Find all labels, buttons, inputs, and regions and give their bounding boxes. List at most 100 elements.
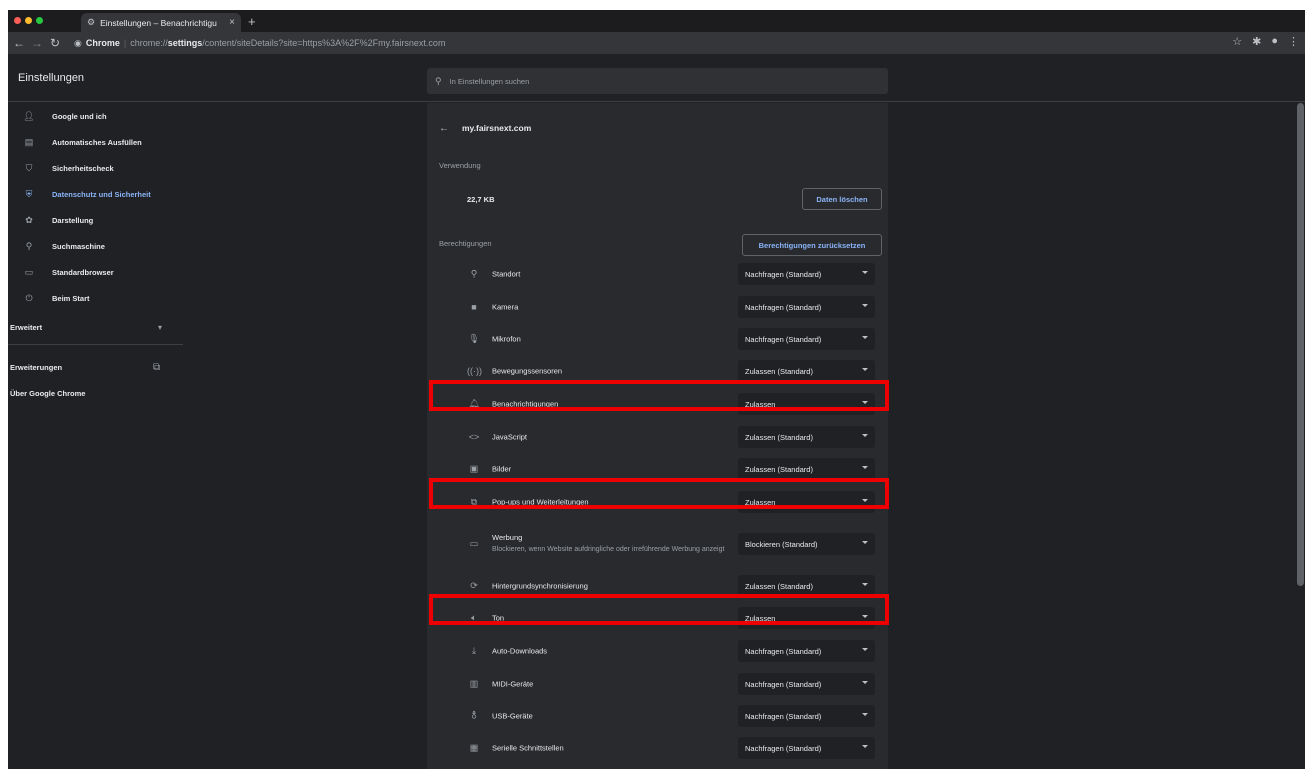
sidebar-item-label: Suchmaschine bbox=[52, 241, 105, 251]
maximize-window-button[interactable] bbox=[36, 17, 43, 24]
sidebar-item-appearance[interactable]: ✿ Darstellung bbox=[8, 207, 183, 233]
permission-label: MIDI-Geräte bbox=[492, 679, 534, 689]
shield-icon: ⛨ bbox=[25, 188, 33, 199]
clear-data-button[interactable]: Daten löschen bbox=[802, 188, 882, 210]
permission-select[interactable]: Nachfragen (Standard) bbox=[738, 263, 875, 285]
address-bar[interactable]: ◉ Chrome | chrome://settings/content/sit… bbox=[74, 35, 1299, 51]
select-value: Nachfragen (Standard) bbox=[745, 334, 822, 344]
sidebar-item-label: Beim Start bbox=[52, 293, 90, 303]
permission-select[interactable]: Nachfragen (Standard) bbox=[738, 640, 875, 662]
search-placeholder: In Einstellungen suchen bbox=[449, 76, 530, 86]
close-tab-icon[interactable]: × bbox=[229, 17, 235, 28]
site-details-card: ← my.fairsnext.com Verwendung 22,7 KB Da… bbox=[427, 103, 888, 769]
settings-search-input[interactable]: ⚲ In Einstellungen suchen bbox=[427, 68, 888, 94]
caret-down-icon bbox=[862, 304, 868, 307]
sync-icon: ⟳ bbox=[470, 580, 478, 591]
window-controls bbox=[14, 17, 43, 24]
select-value: Nachfragen (Standard) bbox=[745, 646, 822, 656]
permission-select[interactable]: Nachfragen (Standard) bbox=[738, 328, 875, 350]
midi-icon: ▥ bbox=[469, 678, 479, 689]
caret-down-icon bbox=[862, 713, 868, 716]
permission-label: Serielle Schnittstellen bbox=[492, 743, 564, 753]
extensions-icon[interactable]: ✱ bbox=[1252, 35, 1261, 48]
caret-down-icon bbox=[862, 541, 868, 544]
speaker-icon: 🔈︎ bbox=[471, 612, 477, 623]
permission-select[interactable]: Blockieren (Standard) bbox=[738, 533, 875, 555]
bookmark-star-icon[interactable]: ☆ bbox=[1232, 35, 1242, 48]
permission-select[interactable]: Zulassen bbox=[738, 491, 875, 513]
permission-select[interactable]: Zulassen (Standard) bbox=[738, 458, 875, 480]
search-icon: ⚲ bbox=[25, 240, 33, 251]
sidebar-item-google[interactable]: 👤︎ Google und ich bbox=[8, 103, 183, 129]
popup-icon: ⧉ bbox=[470, 496, 478, 507]
permission-select[interactable]: Nachfragen (Standard) bbox=[738, 705, 875, 727]
permission-label-group: Werbung Blockieren, wenn Website aufdrin… bbox=[492, 533, 732, 555]
sidebar-advanced[interactable]: Erweitert ▾ bbox=[8, 314, 183, 340]
permission-sublabel: Blockieren, wenn Website aufdringliche o… bbox=[492, 545, 725, 553]
external-link-icon: ⧉ bbox=[153, 361, 161, 373]
permission-label: Mikrofon bbox=[492, 334, 521, 344]
about-label: Über Google Chrome bbox=[10, 388, 86, 398]
url-prefix: chrome:// bbox=[130, 38, 168, 48]
permission-select[interactable]: Zulassen bbox=[738, 393, 875, 415]
sidebar-item-label: Darstellung bbox=[52, 215, 94, 225]
permission-label: Hintergrundsynchronisierung bbox=[492, 581, 588, 591]
sidebar-item-about[interactable]: Über Google Chrome bbox=[8, 380, 183, 406]
select-value: Zulassen (Standard) bbox=[745, 581, 813, 591]
permission-row-camera: ■ Kamera Nachfragen (Standard) bbox=[427, 292, 888, 322]
menu-icon[interactable]: ⋮ bbox=[1288, 35, 1299, 48]
select-value: Nachfragen (Standard) bbox=[745, 269, 822, 279]
permission-row-sound: 🔈︎ Ton Zulassen bbox=[427, 603, 888, 633]
close-window-button[interactable] bbox=[14, 17, 21, 24]
caret-down-icon bbox=[862, 583, 868, 586]
clipboard-icon: ▤ bbox=[24, 136, 34, 147]
reload-icon[interactable]: ↻ bbox=[48, 36, 62, 50]
site-name: my.fairsnext.com bbox=[462, 123, 532, 133]
permission-row-midi: ▥ MIDI-Geräte Nachfragen (Standard) bbox=[427, 669, 888, 699]
sidebar-item-search-engine[interactable]: ⚲ Suchmaschine bbox=[8, 233, 183, 259]
select-value: Blockieren (Standard) bbox=[745, 539, 818, 549]
permission-select[interactable]: Nachfragen (Standard) bbox=[738, 673, 875, 695]
permission-label: Bewegungssensoren bbox=[492, 366, 563, 376]
permission-row-background-sync: ⟳ Hintergrundsynchronisierung Zulassen (… bbox=[427, 571, 888, 601]
shield-check-icon: ⛉ bbox=[25, 162, 33, 173]
permission-select[interactable]: Zulassen (Standard) bbox=[738, 575, 875, 597]
permission-row-javascript: <> JavaScript Zulassen (Standard) bbox=[427, 422, 888, 452]
new-tab-icon[interactable]: + bbox=[248, 14, 256, 29]
sidebar-item-privacy[interactable]: ⛨ Datenschutz und Sicherheit bbox=[8, 181, 183, 207]
permission-label: Bilder bbox=[492, 464, 512, 474]
sidebar-item-label: Automatisches Ausfüllen bbox=[52, 137, 142, 147]
back-arrow-icon[interactable]: ← bbox=[439, 123, 449, 134]
permission-select[interactable]: Nachfragen (Standard) bbox=[738, 737, 875, 759]
person-icon: 👤︎ bbox=[23, 110, 35, 121]
sidebar-item-extensions[interactable]: Erweiterungen ⧉ bbox=[8, 354, 183, 380]
permission-select[interactable]: Zulassen (Standard) bbox=[738, 426, 875, 448]
permission-row-ads: ▭ Werbung Blockieren, wenn Website aufdr… bbox=[427, 517, 888, 571]
select-value: Zulassen (Standard) bbox=[745, 464, 813, 474]
sidebar-item-safety-check[interactable]: ⛉ Sicherheitscheck bbox=[8, 155, 183, 181]
permission-row-images: ▣ Bilder Zulassen (Standard) bbox=[427, 454, 888, 484]
caret-down-icon bbox=[862, 271, 868, 274]
url-bold-part: settings bbox=[167, 38, 203, 48]
camera-icon: ■ bbox=[471, 302, 477, 312]
sidebar-item-default-browser[interactable]: ▭ Standardbrowser bbox=[8, 259, 183, 285]
permission-select[interactable]: Zulassen bbox=[738, 607, 875, 629]
permission-select[interactable]: Zulassen (Standard) bbox=[738, 360, 875, 382]
chrome-label: Chrome bbox=[85, 38, 120, 48]
back-arrow-icon[interactable]: ← bbox=[12, 36, 26, 50]
scrollbar-thumb[interactable] bbox=[1297, 103, 1304, 586]
forward-arrow-icon[interactable]: → bbox=[30, 36, 44, 50]
caret-down-icon bbox=[862, 648, 868, 651]
sidebar-item-on-startup[interactable]: ⏻ Beim Start bbox=[8, 285, 183, 311]
code-icon: <> bbox=[468, 432, 480, 442]
usage-value: 22,7 KB bbox=[467, 195, 495, 204]
active-tab[interactable]: ⚙ Einstellungen – Benachrichtigu × bbox=[81, 13, 241, 32]
permission-select[interactable]: Nachfragen (Standard) bbox=[738, 296, 875, 318]
profile-icon[interactable]: ● bbox=[1271, 35, 1278, 48]
reset-permissions-button[interactable]: Berechtigungen zurücksetzen bbox=[742, 234, 882, 256]
select-value: Nachfragen (Standard) bbox=[745, 743, 822, 753]
permission-label: Kamera bbox=[492, 302, 519, 312]
minimize-window-button[interactable] bbox=[25, 17, 32, 24]
permission-label: Standort bbox=[492, 269, 521, 279]
sidebar-item-autofill[interactable]: ▤ Automatisches Ausfüllen bbox=[8, 129, 183, 155]
